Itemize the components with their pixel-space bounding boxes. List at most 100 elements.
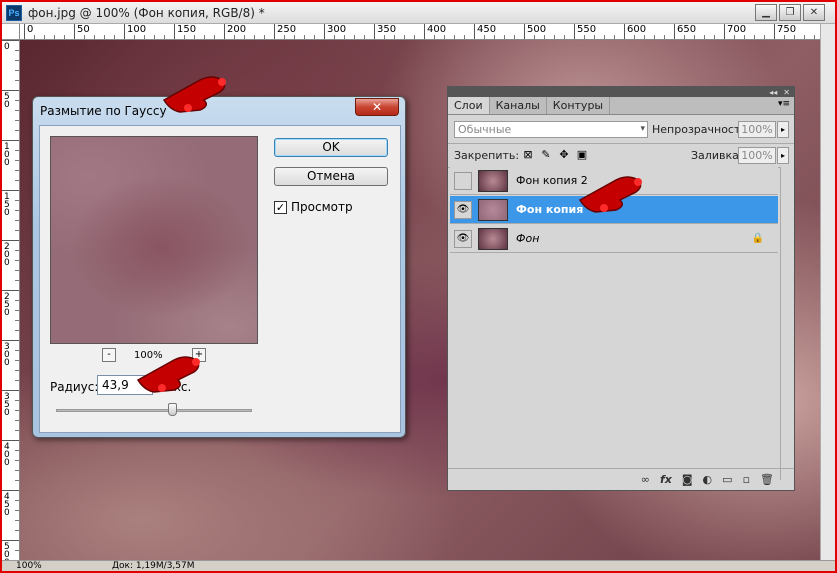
link-icon[interactable]: ∞ (641, 473, 650, 486)
blend-mode-select[interactable]: Обычные ▾ (454, 121, 648, 138)
ruler-minor-tick (404, 35, 405, 39)
lock-label: Закрепить: (454, 149, 520, 162)
ruler-label: 50 (77, 24, 90, 35)
new-layer-icon[interactable]: ▫ (743, 473, 750, 486)
vertical-scrollbar[interactable] (820, 24, 835, 560)
preview-checkbox-label: Просмотр (291, 200, 353, 214)
ruler-minor-tick (15, 320, 19, 321)
adjustment-icon[interactable]: ◐ (703, 473, 713, 486)
fill-arrow-icon[interactable]: ▸ (777, 147, 789, 164)
ruler-minor-tick (164, 35, 165, 39)
ruler-corner[interactable] (2, 24, 20, 40)
ok-button[interactable]: OK (274, 138, 388, 157)
ruler-tick (2, 390, 19, 391)
ruler-minor-tick (15, 60, 19, 61)
ruler-minor-tick (15, 360, 19, 361)
lock-transparency-icon[interactable]: ⊠ (522, 148, 534, 161)
ruler-minor-tick (15, 550, 19, 551)
ruler-minor-tick (15, 450, 19, 451)
eye-icon[interactable]: 👁 (454, 200, 472, 219)
ruler-minor-tick (334, 35, 335, 39)
lock-brush-icon[interactable]: ✎ (540, 148, 552, 161)
gaussian-blur-dialog: Размытие по Гауссу ✕ - 100% + Радиус: пи… (32, 96, 406, 438)
dialog-body: - 100% + Радиус: пикс. OK Отмена ✓ Просм… (39, 125, 401, 433)
ruler-minor-tick (794, 35, 795, 39)
ruler-minor-tick (15, 130, 19, 131)
preview-checkbox[interactable]: ✓ (274, 200, 287, 214)
tab-channels[interactable]: Каналы (490, 97, 547, 114)
ruler-minor-tick (15, 150, 19, 151)
ruler-minor-tick (714, 35, 715, 39)
ruler-minor-tick (664, 35, 665, 39)
tab-paths[interactable]: Контуры (547, 97, 611, 114)
ruler-minor-tick (15, 500, 19, 501)
opacity-arrow-icon[interactable]: ▸ (777, 121, 789, 138)
minimize-button[interactable]: ▁ (755, 4, 777, 21)
ruler-minor-tick (204, 35, 205, 39)
panel-menu-icon[interactable]: ▾≡ (778, 99, 790, 109)
ruler-minor-tick (484, 35, 485, 39)
lock-all-icon[interactable]: ▣ (576, 148, 588, 161)
ruler-tick (74, 24, 75, 39)
ruler-minor-tick (15, 100, 19, 101)
panel-collapse-icon[interactable]: ◂◂ (769, 88, 777, 97)
trash-icon[interactable]: 🗑 (760, 473, 774, 486)
ruler-minor-tick (564, 35, 565, 39)
ruler-minor-tick (15, 370, 19, 371)
ruler-minor-tick (15, 250, 19, 251)
ruler-label: 550 (577, 24, 597, 35)
fx-icon[interactable]: fx (660, 473, 672, 486)
tab-layers[interactable]: Слои (448, 97, 490, 114)
radius-slider-track[interactable] (56, 409, 252, 412)
status-bar: 100% Док: 1,19M/3,57M (2, 560, 835, 571)
ruler-minor-tick (44, 35, 45, 39)
ruler-minor-tick (15, 530, 19, 531)
ruler-minor-tick (15, 180, 19, 181)
panel-close-icon[interactable]: ✕ (783, 88, 790, 97)
layer-name: Фон (516, 232, 540, 245)
ruler-tick (2, 290, 19, 291)
ruler-minor-tick (804, 35, 805, 39)
close-button[interactable]: ✕ (803, 4, 825, 21)
visibility-toggle-empty[interactable] (454, 171, 472, 190)
ruler-minor-tick (15, 460, 19, 461)
ruler-top[interactable]: 0 50 100 150 200 250 300 350 400 450 500 550 600 650 7… (20, 24, 820, 40)
ruler-label: 400 (4, 442, 10, 468)
opacity-input[interactable]: 100% (738, 121, 776, 138)
fill-label: Заливка: (691, 149, 743, 162)
lock-move-icon[interactable]: ✥ (558, 148, 570, 161)
group-icon[interactable]: ▭ (722, 473, 732, 486)
ruler-label: 500 (4, 542, 10, 561)
mask-icon[interactable]: ◙ (682, 473, 693, 486)
zoom-out-button[interactable]: - (102, 348, 116, 362)
ruler-minor-tick (15, 120, 19, 121)
ruler-minor-tick (15, 160, 19, 161)
ruler-tick (2, 40, 19, 41)
ruler-label: 350 (4, 392, 10, 418)
layer-row[interactable]: 👁 Фон 🔒 (450, 225, 778, 253)
ruler-tick (724, 24, 725, 39)
ruler-minor-tick (264, 35, 265, 39)
preview-checkbox-row[interactable]: ✓ Просмотр (274, 200, 353, 214)
cancel-button[interactable]: Отмена (274, 167, 388, 186)
ruler-tick (2, 190, 19, 191)
ruler-minor-tick (15, 300, 19, 301)
radius-slider-thumb[interactable] (167, 403, 177, 416)
ruler-minor-tick (434, 35, 435, 39)
eye-icon[interactable]: 👁 (454, 229, 472, 248)
restore-button[interactable]: ❐ (779, 4, 801, 21)
ruler-minor-tick (354, 35, 355, 39)
ruler-minor-tick (15, 170, 19, 171)
layers-scrollbar[interactable] (780, 167, 794, 480)
fill-input[interactable]: 100% (738, 147, 776, 164)
dialog-close-button[interactable]: ✕ (355, 98, 399, 116)
ruler-left[interactable]: 0 50 100 150 200 250 300 350 400 450 500 (2, 40, 20, 560)
status-zoom[interactable]: 100% (2, 561, 42, 571)
blur-preview[interactable] (50, 136, 258, 344)
ruler-minor-tick (244, 35, 245, 39)
ruler-minor-tick (494, 35, 495, 39)
ruler-label: 650 (677, 24, 697, 35)
ruler-minor-tick (15, 260, 19, 261)
ruler-label: 700 (727, 24, 747, 35)
photoshop-icon: Ps (6, 4, 22, 21)
